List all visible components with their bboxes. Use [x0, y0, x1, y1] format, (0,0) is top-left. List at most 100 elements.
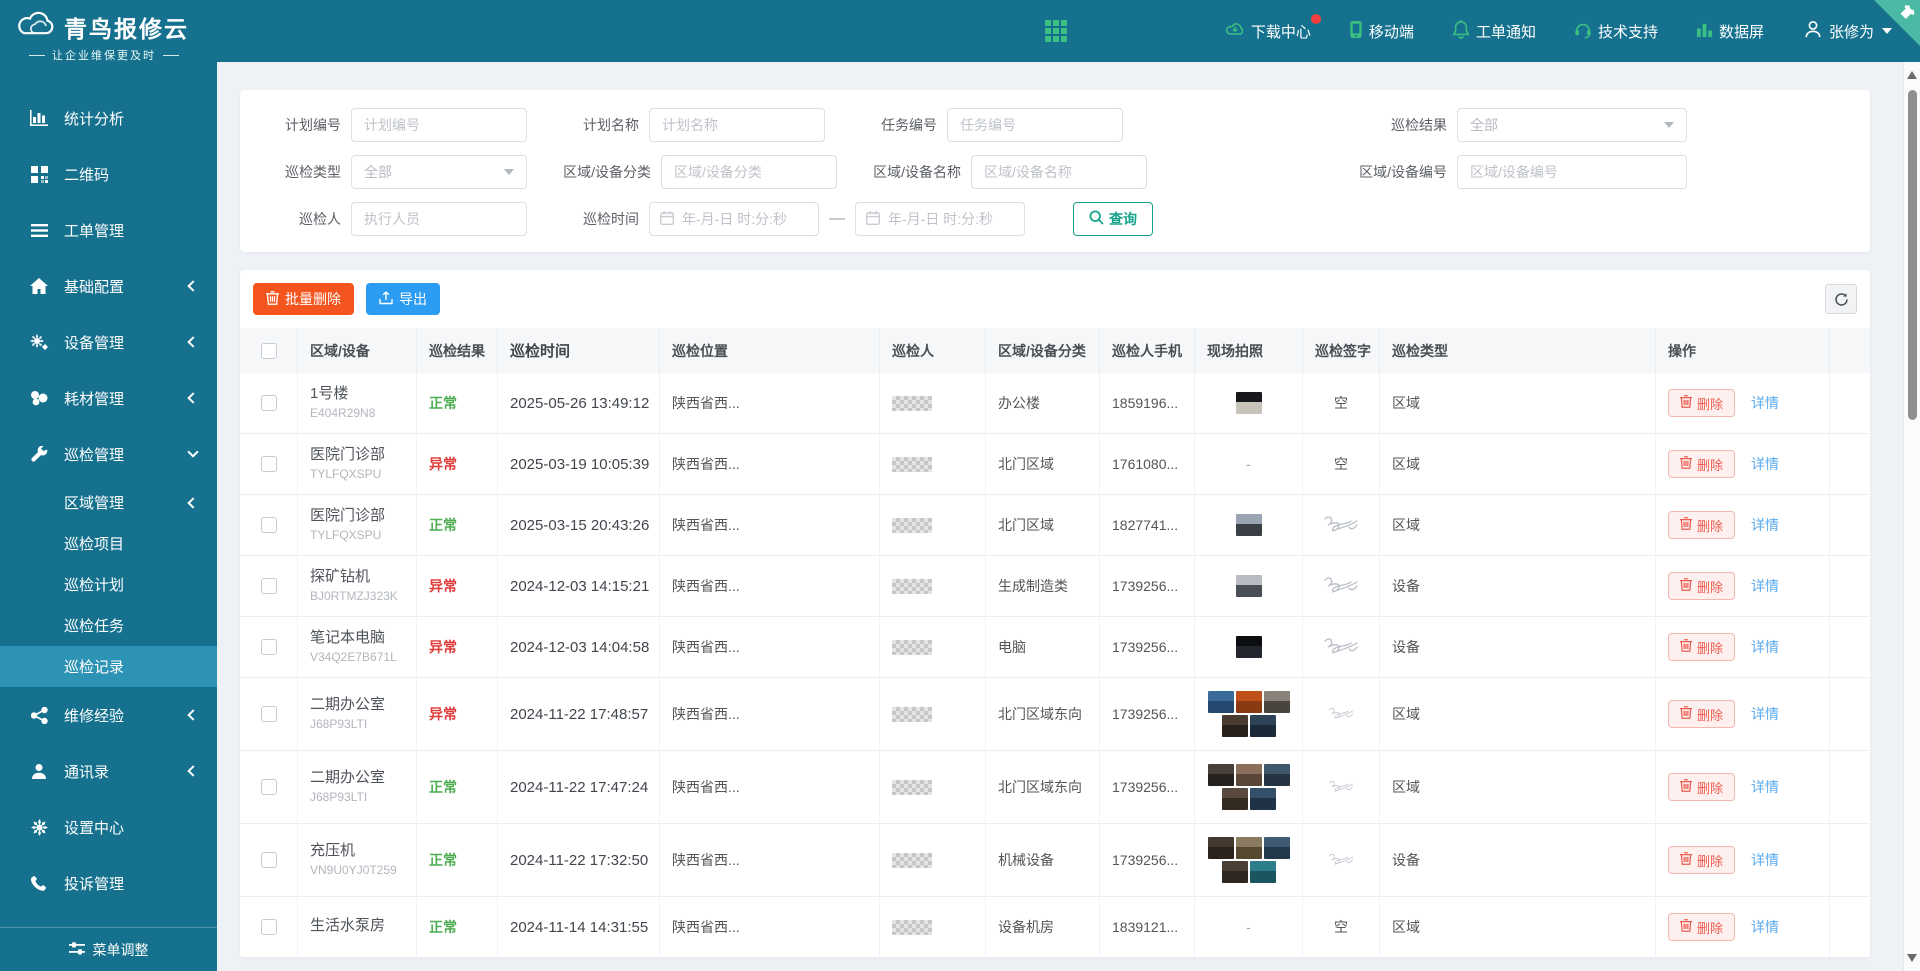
col-photos: 现场拍照: [1195, 328, 1303, 373]
plan-number-input[interactable]: [351, 108, 527, 142]
photo-thumbnail[interactable]: [1222, 788, 1248, 810]
photo-thumbnail[interactable]: [1264, 691, 1290, 713]
photo-thumbnail[interactable]: [1208, 764, 1234, 786]
chevron-left-icon: [187, 280, 198, 291]
detail-link[interactable]: 详情: [1751, 637, 1779, 657]
delete-button[interactable]: 删除: [1668, 572, 1735, 600]
batch-delete-button[interactable]: 批量删除: [253, 283, 354, 315]
photo-thumbnail[interactable]: [1264, 764, 1290, 786]
plan-name-input[interactable]: [649, 108, 825, 142]
end-date-input[interactable]: 年-月-日 时:分:秒: [855, 202, 1025, 236]
sidebar-item-stats[interactable]: 统计分析: [0, 90, 217, 146]
area-number-input[interactable]: [1457, 155, 1687, 189]
inspector-input[interactable]: [351, 202, 527, 236]
photo-thumbnail[interactable]: [1236, 837, 1262, 859]
sidebar-item-settings[interactable]: 设置中心: [0, 799, 217, 855]
sidebar-item-contacts[interactable]: 通讯录: [0, 743, 217, 799]
photo-thumbnail[interactable]: [1250, 861, 1276, 883]
sidebar-item-base-config[interactable]: 基础配置: [0, 258, 217, 314]
photo-thumbnail[interactable]: [1236, 636, 1262, 658]
detail-link[interactable]: 详情: [1751, 454, 1779, 474]
delete-button[interactable]: 删除: [1668, 511, 1735, 539]
cloud-download-icon: [1225, 21, 1251, 41]
photo-thumbnail[interactable]: [1236, 691, 1262, 713]
photo-thumbnail[interactable]: [1236, 764, 1262, 786]
menu-data-screen[interactable]: 数据屏: [1696, 21, 1764, 42]
delete-button[interactable]: 删除: [1668, 846, 1735, 874]
vertical-scrollbar[interactable]: [1903, 62, 1920, 971]
scroll-down-arrow[interactable]: [1907, 954, 1917, 962]
menu-tech-support[interactable]: 技术支持: [1574, 20, 1658, 43]
row-checkbox[interactable]: [261, 456, 277, 472]
inspector-redacted: [892, 457, 932, 472]
menu-workorder-notice[interactable]: 工单通知: [1452, 20, 1536, 43]
sidebar-item-workorders[interactable]: 工单管理: [0, 202, 217, 258]
delete-button[interactable]: 删除: [1668, 700, 1735, 728]
row-checkbox[interactable]: [261, 517, 277, 533]
inspection-result-select[interactable]: 全部: [1457, 108, 1687, 142]
photo-thumbnail[interactable]: [1250, 788, 1276, 810]
photo-thumbnail[interactable]: [1236, 575, 1262, 597]
delete-button[interactable]: 删除: [1668, 633, 1735, 661]
search-button[interactable]: 查询: [1073, 202, 1153, 236]
sidebar-item-inspection-records[interactable]: 巡检记录: [0, 646, 217, 687]
detail-link[interactable]: 详情: [1751, 917, 1779, 937]
photo-thumbnail[interactable]: [1236, 514, 1262, 536]
apps-grid-icon[interactable]: [1045, 20, 1067, 42]
delete-button[interactable]: 删除: [1668, 389, 1735, 417]
inspection-submenu: 区域管理 巡检项目 巡检计划 巡检任务 巡检记录: [0, 482, 217, 687]
refresh-button[interactable]: [1825, 284, 1857, 314]
detail-link[interactable]: 详情: [1751, 850, 1779, 870]
sidebar-item-repair-experience[interactable]: 维修经验: [0, 687, 217, 743]
select-all-checkbox[interactable]: [261, 343, 277, 359]
photo-thumbnail[interactable]: [1222, 715, 1248, 737]
delete-button[interactable]: 删除: [1668, 913, 1735, 941]
task-number-input[interactable]: [947, 108, 1123, 142]
photo-thumbnail[interactable]: [1208, 691, 1234, 713]
sidebar-item-inspection-plans[interactable]: 巡检计划: [0, 564, 217, 605]
filter-inspection-type: 巡检类型 全部: [253, 155, 527, 189]
col-operations: 操作: [1656, 328, 1830, 373]
photos-cell: [1195, 678, 1303, 750]
list-icon: [28, 224, 50, 237]
inspection-type-select[interactable]: 全部: [351, 155, 527, 189]
detail-link[interactable]: 详情: [1751, 393, 1779, 413]
sidebar-item-complaints[interactable]: 投诉管理: [0, 855, 217, 911]
export-button[interactable]: 导出: [366, 283, 440, 315]
sidebar-item-qrcode[interactable]: 二维码: [0, 146, 217, 202]
sidebar-item-devices[interactable]: 设备管理: [0, 314, 217, 370]
row-checkbox[interactable]: [261, 779, 277, 795]
row-checkbox[interactable]: [261, 395, 277, 411]
sidebar-item-inspection-projects[interactable]: 巡检项目: [0, 523, 217, 564]
detail-link[interactable]: 详情: [1751, 777, 1779, 797]
menu-mobile[interactable]: 移动端: [1349, 20, 1414, 43]
row-checkbox[interactable]: [261, 639, 277, 655]
device-code: BJ0RTMZJ323K: [310, 589, 398, 604]
sidebar-item-inspection-tasks[interactable]: 巡检任务: [0, 605, 217, 646]
detail-link[interactable]: 详情: [1751, 704, 1779, 724]
photo-thumbnail[interactable]: [1236, 392, 1262, 414]
photo-thumbnail[interactable]: [1250, 715, 1276, 737]
row-checkbox[interactable]: [261, 852, 277, 868]
menu-download-center[interactable]: 下载中心: [1225, 21, 1311, 42]
menu-adjust-button[interactable]: 菜单调整: [0, 927, 217, 971]
detail-link[interactable]: 详情: [1751, 515, 1779, 535]
row-checkbox[interactable]: [261, 706, 277, 722]
row-checkbox[interactable]: [261, 919, 277, 935]
area-name-input[interactable]: [971, 155, 1147, 189]
photo-thumbnail[interactable]: [1222, 861, 1248, 883]
detail-link[interactable]: 详情: [1751, 576, 1779, 596]
device-name: 医院门诊部: [310, 507, 385, 526]
scroll-up-arrow[interactable]: [1907, 71, 1917, 79]
scrollbar-thumb[interactable]: [1908, 90, 1917, 420]
start-date-input[interactable]: 年-月-日 时:分:秒: [649, 202, 819, 236]
area-category-input[interactable]: [661, 155, 837, 189]
delete-button[interactable]: 删除: [1668, 450, 1735, 478]
photo-thumbnail[interactable]: [1208, 837, 1234, 859]
sidebar-item-consumables[interactable]: 耗材管理: [0, 370, 217, 426]
delete-button[interactable]: 删除: [1668, 773, 1735, 801]
sidebar-item-area-management[interactable]: 区域管理: [0, 482, 217, 523]
sidebar-item-inspection[interactable]: 巡检管理: [0, 426, 217, 482]
row-checkbox[interactable]: [261, 578, 277, 594]
photo-thumbnail[interactable]: [1264, 837, 1290, 859]
